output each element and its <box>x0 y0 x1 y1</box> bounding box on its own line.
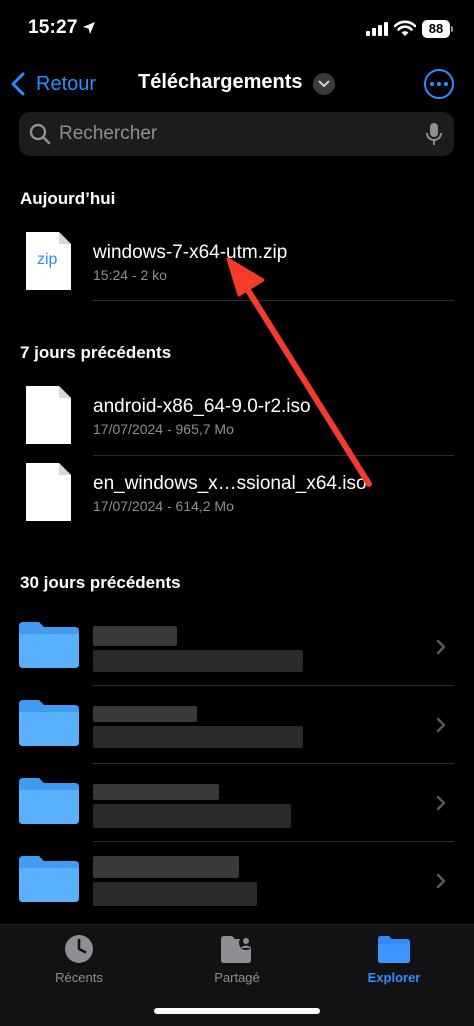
zip-thumb-label: zip <box>37 251 58 268</box>
folder-icon <box>378 936 410 963</box>
redacted-meta <box>93 726 303 748</box>
row-separator <box>93 455 454 456</box>
ellipsis-dot <box>444 82 448 86</box>
file-row[interactable]: android-x86_64-9.0-r2.iso 17/07/2024 - 9… <box>0 380 474 456</box>
status-bar: 15:27 88 <box>0 0 474 56</box>
tab-explorer[interactable]: Explorer <box>334 933 454 985</box>
search-icon <box>29 123 51 145</box>
chevron-right-icon <box>436 795 446 811</box>
status-time: 15:27 <box>28 17 78 38</box>
redacted-meta <box>93 882 257 906</box>
file-name: windows-7-x64-utm.zip <box>93 242 288 263</box>
file-name: android-x86_64-9.0-r2.iso <box>93 396 311 417</box>
file-row[interactable]: zip windows-7-x64-utm.zip 15:24 - 2 ko <box>0 226 474 302</box>
chevron-right-icon <box>436 639 446 655</box>
cellular-signal-icon <box>366 22 388 36</box>
section-header-30-days: 30 jours précédents <box>20 573 181 592</box>
file-meta: 15:24 - 2 ko <box>93 267 167 283</box>
folder-row[interactable] <box>0 842 474 920</box>
file-meta: 17/07/2024 - 614,2 Mo <box>93 498 234 514</box>
tab-label: Partagé <box>214 970 260 985</box>
ellipsis-dot <box>437 82 441 86</box>
tab-label: Explorer <box>367 970 421 985</box>
navigation-bar: Retour Téléchargements <box>0 62 474 106</box>
search-bar[interactable] <box>19 112 454 156</box>
shared-folder-icon <box>221 936 253 963</box>
redacted-name <box>93 626 177 646</box>
chevron-right-icon <box>436 717 446 733</box>
file-row[interactable]: en_windows_x…ssional_x64.iso 17/07/2024 … <box>0 458 474 534</box>
chevron-down-icon <box>318 80 330 87</box>
file-name: en_windows_x…ssional_x64.iso <box>93 473 367 494</box>
more-options-button[interactable] <box>424 69 454 99</box>
battery-tip <box>451 26 453 32</box>
section-header-today: Aujourd’hui <box>20 189 116 208</box>
document-icon <box>26 463 71 521</box>
folder-row[interactable] <box>0 608 474 686</box>
redacted-name <box>93 856 239 878</box>
tab-shared[interactable]: Partagé <box>177 933 297 985</box>
chevron-left-icon <box>11 72 25 96</box>
wifi-icon <box>394 20 416 36</box>
clock-icon <box>65 935 93 963</box>
tab-label: Récents <box>55 970 103 985</box>
battery-indicator: 88 <box>422 20 450 38</box>
redacted-name <box>93 706 197 722</box>
microphone-icon[interactable] <box>426 122 442 146</box>
search-input[interactable] <box>59 123 426 145</box>
redacted-name <box>93 784 219 800</box>
folder-row[interactable] <box>0 686 474 764</box>
folder-icon <box>19 700 79 746</box>
tab-recents[interactable]: Récents <box>19 933 139 985</box>
back-button[interactable]: Retour <box>10 68 96 100</box>
file-meta: 17/07/2024 - 965,7 Mo <box>93 421 234 437</box>
chevron-right-icon <box>436 873 446 889</box>
files-app-screen: 15:27 88 Retour Téléchargements Recherch… <box>0 0 474 1026</box>
document-icon <box>26 386 71 444</box>
ellipsis-icon <box>430 82 434 86</box>
location-arrow-icon <box>83 22 95 34</box>
section-header-7-days: 7 jours précédents <box>20 343 172 362</box>
redacted-meta <box>93 650 303 672</box>
page-title: Téléchargements <box>138 71 303 93</box>
back-label: Retour <box>36 72 97 95</box>
row-separator <box>93 300 454 301</box>
title-menu-button[interactable] <box>313 73 335 95</box>
home-indicator <box>154 1008 320 1014</box>
folder-icon <box>19 778 79 824</box>
folder-icon <box>19 622 79 668</box>
redacted-meta <box>93 804 291 828</box>
folder-row[interactable] <box>0 764 474 842</box>
folder-icon <box>19 856 79 902</box>
